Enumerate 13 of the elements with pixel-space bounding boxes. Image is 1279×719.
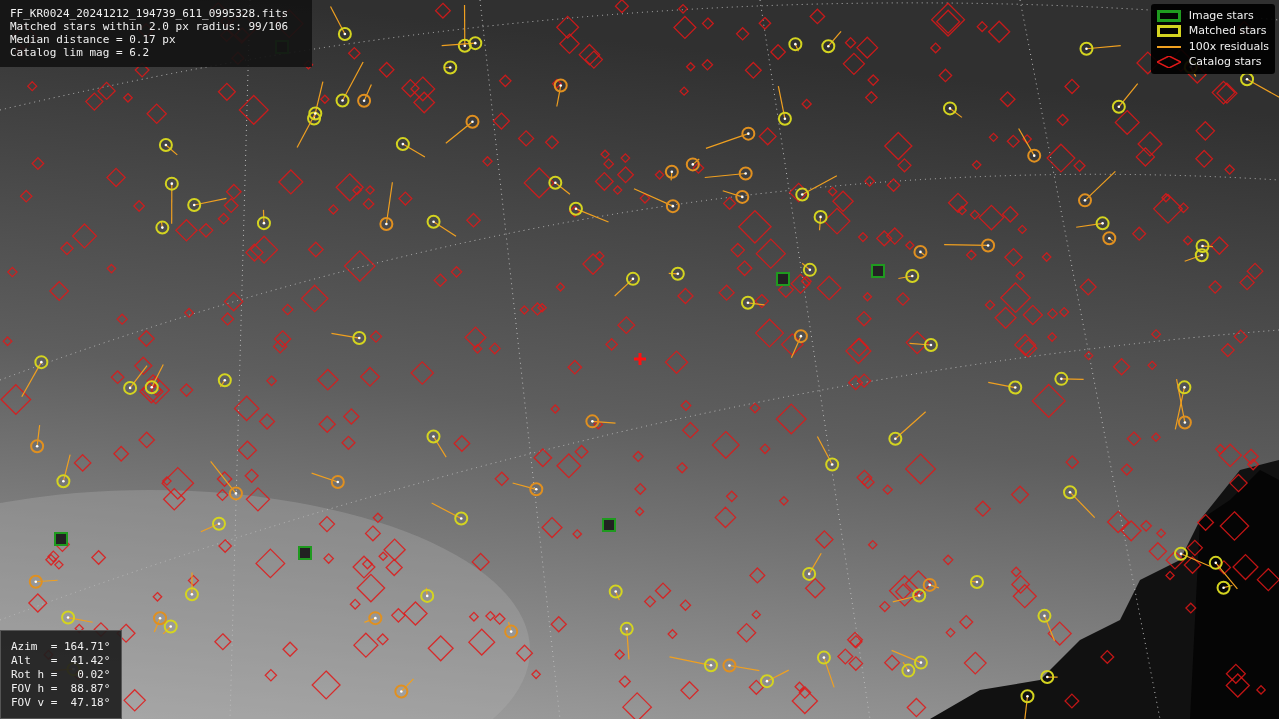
info-text: FF_KR0024_20241212_194739_611_0995328.fits (10, 7, 289, 20)
info-text: Median distance = 0.17 px (10, 33, 176, 46)
pointing-text: Alt = 41.42° (11, 654, 111, 668)
legend-label: 100x residuals (1188, 38, 1269, 55)
info-text: Matched stars within 2.0 px radius: 99/106 (10, 20, 289, 33)
legend-label: Image stars (1188, 7, 1254, 24)
pointing-text: FOV v = 47.18° (11, 696, 111, 710)
pointing-text: FOV h = 88.87° (11, 682, 111, 696)
info-text: Catalog lim mag = 6.2 (10, 46, 150, 59)
pointing-text: Rot h = 0.02° (11, 668, 111, 682)
legend-label: Catalog stars (1188, 54, 1262, 70)
pointing-text: Azim = 164.71° (11, 640, 111, 654)
legend-label: Matched stars (1188, 23, 1267, 39)
